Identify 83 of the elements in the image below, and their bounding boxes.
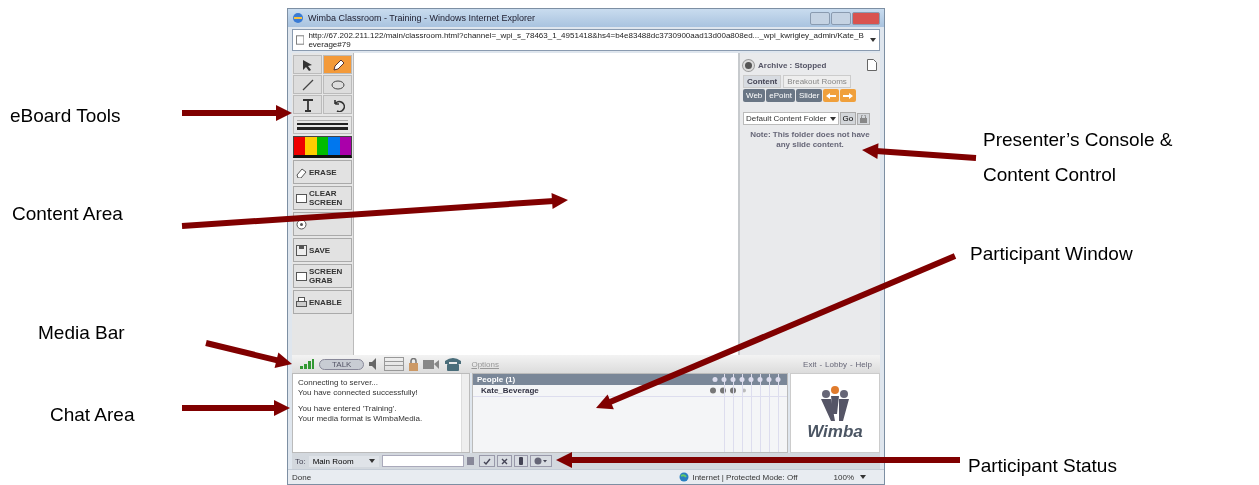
phone-icon[interactable] [444, 357, 463, 371]
eboard-tool[interactable] [323, 95, 352, 114]
callout-label: Media Bar [38, 321, 125, 345]
pen-icon [330, 57, 345, 72]
screen-grab-button[interactable]: SCREEN GRAB [293, 264, 352, 288]
callout-label: eBoard Tools [10, 104, 121, 128]
chat-message: Connecting to server... [298, 378, 380, 388]
folder-dropdown[interactable]: Default Content Folder [743, 112, 839, 125]
document-icon[interactable] [867, 59, 877, 71]
right-arrow-icon [843, 92, 854, 99]
left-arrow-icon [826, 92, 837, 99]
room-dropdown[interactable]: Main Room [308, 455, 379, 467]
people-header: People (1) [477, 375, 516, 384]
address-bar[interactable]: http://67.202.211.122/main/classroom.html?channel=_wpi_s_78463_1_4951418&hs4=b4e83488dc3730900aad13d00a808ed..._wpi_kwrigley_admin/Kate_Beverage#79 [292, 29, 880, 51]
nav-link[interactable]: Lobby [825, 359, 847, 369]
callout-label: Participant Window [970, 242, 1133, 266]
callout-label: Chat Area [50, 403, 135, 427]
callout-label: Participant Status [968, 454, 1117, 478]
erase-button[interactable]: ERASE [293, 160, 352, 184]
zoom-caret-icon[interactable] [860, 475, 866, 479]
close-button[interactable] [852, 11, 880, 25]
check-status-button[interactable] [478, 455, 495, 467]
volume-meter-icon [384, 357, 405, 371]
record-indicator-icon[interactable] [743, 59, 754, 71]
printer-icon [296, 296, 307, 308]
cross-status-button[interactable] [496, 455, 512, 467]
screen-icon [296, 192, 307, 204]
hand-status-button[interactable] [513, 455, 528, 467]
check-icon [482, 457, 491, 465]
content-button[interactable]: Web [743, 89, 766, 102]
page-icon [296, 35, 305, 45]
screen-icon [296, 270, 307, 282]
zoom-level[interactable]: 100% [833, 472, 854, 482]
lock-button[interactable] [857, 112, 871, 125]
scroll-bar[interactable] [461, 374, 469, 452]
folder-note: Note: This folder does not have any slide content. [749, 130, 871, 150]
nav-link[interactable]: Help [855, 359, 872, 369]
line-width-picker[interactable] [293, 116, 352, 134]
chat-message: You have entered 'Training'. [298, 404, 398, 414]
link-separator: - [819, 359, 823, 369]
callout-label: Presenter’s Console & Content Control [983, 128, 1173, 187]
console-tab[interactable]: Content [743, 75, 782, 88]
eye-icon [296, 218, 307, 230]
ellipse-icon [330, 77, 345, 92]
camera-icon[interactable] [423, 358, 440, 370]
status-menu-button[interactable] [529, 455, 552, 467]
signal-icon [300, 359, 314, 369]
save-button[interactable]: SAVE [293, 238, 352, 262]
content-button[interactable]: Slider [796, 89, 823, 102]
chat-message: Your media format is WimbaMedia. [298, 414, 424, 424]
browser-icon [292, 12, 304, 24]
window-title: Wimba Classroom - Training - Windows Internet Explorer [308, 13, 536, 23]
eboard-tool[interactable] [293, 95, 322, 114]
content-button[interactable]: ePoint [766, 89, 795, 102]
chat-input[interactable] [381, 455, 464, 467]
color-palette[interactable] [293, 136, 352, 158]
nav-link[interactable]: Exit [803, 359, 817, 369]
line-icon [300, 77, 315, 92]
go-button[interactable]: Go [839, 112, 857, 125]
text-tool-icon [300, 97, 315, 112]
clear-screen-button[interactable]: CLEAR SCREEN [293, 186, 352, 210]
globe-icon [679, 472, 690, 482]
participant-name[interactable]: Kate_Beverage [481, 386, 539, 395]
lock-icon[interactable] [409, 357, 419, 371]
callout-label: Content Area [12, 202, 123, 226]
hand-icon [517, 457, 524, 465]
security-zone: Internet | Protected Mode: Off [692, 472, 798, 482]
cross-icon [500, 457, 508, 465]
eraser-icon [296, 166, 307, 178]
lock-icon [860, 114, 868, 123]
eboard-tool[interactable] [323, 55, 352, 74]
eboard-tool[interactable] [293, 55, 322, 74]
print-button[interactable]: ENABLE [293, 290, 352, 314]
logo-text: Wimba [807, 422, 863, 442]
chat-message: You have connected successfully! [298, 388, 419, 398]
talk-button[interactable]: TALK [319, 358, 365, 370]
url-text: http://67.202.211.122/main/classroom.html?channel=_wpi_s_78463_1_4951418&hs4=b4e83488dc3730900aad13d00a808ed..._wpi_kwrigley_admin/Kate_Beverage#79 [308, 31, 865, 49]
smiley-caret-icon [533, 457, 548, 465]
archive-status: Archive : Stopped [758, 60, 827, 70]
dropdown-arrow-icon[interactable] [870, 38, 876, 42]
to-label: To: [295, 456, 306, 466]
link-separator: - [849, 359, 853, 369]
status-text: Done [292, 472, 312, 482]
